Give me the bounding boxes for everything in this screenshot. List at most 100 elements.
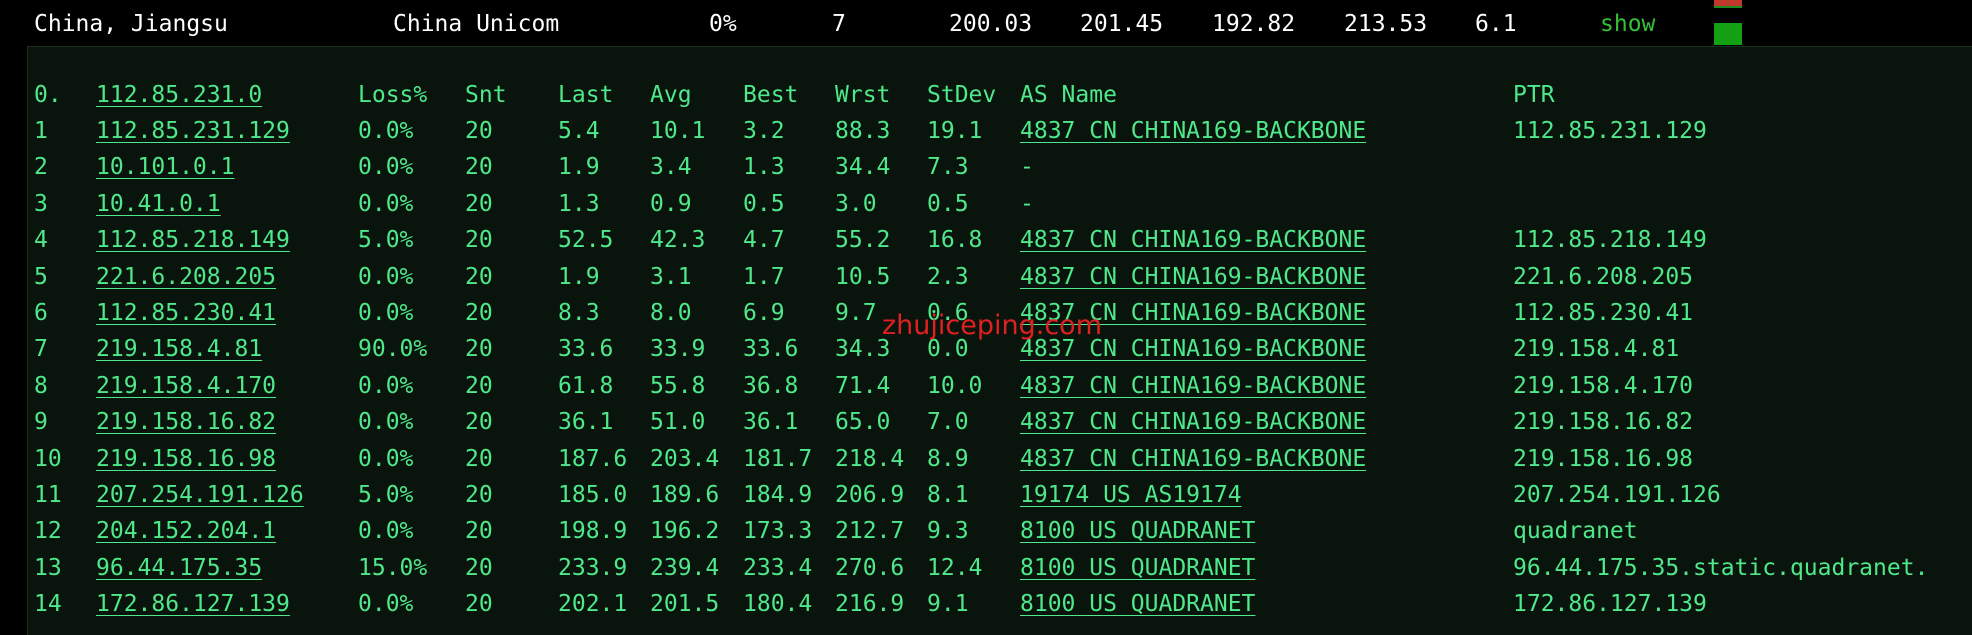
stdev-value: 19.1 <box>927 118 983 144</box>
last-value: 198.9 <box>558 518 628 545</box>
as-name-link[interactable]: 8100 US QUADRANET <box>1020 590 1255 618</box>
snt-value: 20 <box>465 372 493 399</box>
last-value: 61.8 <box>558 372 614 399</box>
host-link[interactable]: 10.41.0.1 <box>96 190 221 218</box>
last-value: 202.1 <box>558 591 628 618</box>
table-row: 13 96.44.175.35 15.0% 20 233.9 239.4 233.4 270.… <box>28 550 1972 586</box>
last-value: 36.1 <box>558 409 614 436</box>
table-row: 10 219.158.16.98 0.0% 20 187.6 203.4 181.7 218.… <box>28 441 1972 477</box>
table-header: 0. 112.85.231.0 Loss% Snt Last Avg Best … <box>28 77 1972 113</box>
host-link[interactable]: 207.254.191.126 <box>96 481 304 509</box>
as-name-link[interactable]: 8100 US QUADRANET <box>1020 517 1255 545</box>
last-value: 185.0 <box>558 482 628 508</box>
stdev-value: 12.4 <box>927 554 983 581</box>
avg-value: 203.4 <box>650 445 720 472</box>
snt-value: 20 <box>465 445 493 472</box>
avg-value: 239.4 <box>650 554 720 581</box>
ptr-value: 112.85.230.41 <box>1513 300 1694 326</box>
header-ptr: PTR <box>1513 82 1555 108</box>
avg-value: 10.1 <box>650 118 706 144</box>
ptr-value: 219.158.16.82 <box>1513 409 1694 436</box>
summary-row: China, Jiangsu China Unicom 0% 7 200.03 … <box>0 0 1972 46</box>
best-value: 1.3 <box>743 154 785 181</box>
wrst-value: 212.7 <box>835 518 905 545</box>
host-link[interactable]: 221.6.208.205 <box>96 263 276 291</box>
wrst-value: 3.0 <box>835 190 877 217</box>
best-value: 0.5 <box>743 190 785 217</box>
best-value: 180.4 <box>743 591 813 618</box>
best-value: 36.1 <box>743 409 799 436</box>
best-value: 184.9 <box>743 482 813 508</box>
header-stdev: StDev <box>927 82 997 108</box>
table-row: 9 219.158.16.82 0.0% 20 36.1 51.0 36.1 65.0 7.0 4… <box>28 404 1972 440</box>
as-name-link[interactable]: 4837 CN CHINA169-BACKBONE <box>1020 408 1366 436</box>
host-link[interactable]: 219.158.16.98 <box>96 445 276 473</box>
host-link[interactable]: 112.85.231.129 <box>96 117 290 145</box>
hop-number: 8 <box>34 372 48 399</box>
avg-value: 55.8 <box>650 372 706 399</box>
worst-cell: 213.53 <box>1344 11 1428 37</box>
stdev-value: 9.3 <box>927 518 969 545</box>
as-name-link[interactable]: 8100 US QUADRANET <box>1020 554 1255 582</box>
loss-value: 0.0% <box>358 263 414 290</box>
stdev-value: 7.3 <box>927 154 969 181</box>
host-link[interactable]: 204.152.204.1 <box>96 517 276 545</box>
loss-value: 15.0% <box>358 554 428 581</box>
ptr-value: 172.86.127.139 <box>1513 591 1707 618</box>
snt-value: 20 <box>465 336 493 363</box>
stdev-value: 10.0 <box>927 372 983 399</box>
host-link[interactable]: 112.85.230.41 <box>96 299 276 327</box>
as-name-link[interactable]: 4837 CN CHINA169-BACKBONE <box>1020 372 1366 400</box>
host-link[interactable]: 219.158.16.82 <box>96 408 276 436</box>
host-link[interactable]: 219.158.4.81 <box>96 335 262 363</box>
location-cell: China, Jiangsu <box>34 11 228 37</box>
host-link[interactable]: 219.158.4.170 <box>96 372 276 400</box>
mtr-result-panel: 0. 112.85.231.0 Loss% Snt Last Avg Best … <box>27 46 1972 635</box>
as-name-link[interactable]: 4837 CN CHINA169-BACKBONE <box>1020 445 1366 473</box>
as-name-link[interactable]: 4837 CN CHINA169-BACKBONE <box>1020 335 1366 363</box>
avg-value: 8.0 <box>650 300 692 326</box>
wrst-value: 206.9 <box>835 482 905 508</box>
snt-value: 20 <box>465 591 493 618</box>
host-link[interactable]: 10.101.0.1 <box>96 153 234 181</box>
loss-value: 0.0% <box>358 190 414 217</box>
hop-number: 2 <box>34 154 48 181</box>
last-value: 1.9 <box>558 263 600 290</box>
as-name-link[interactable]: 19174 US AS19174 <box>1020 481 1242 509</box>
snt-value: 20 <box>465 190 493 217</box>
header-host-link[interactable]: 112.85.231.0 <box>96 81 262 109</box>
last-value: 233.9 <box>558 554 628 581</box>
ptr-value: 219.158.4.170 <box>1513 372 1694 399</box>
snt-value: 20 <box>465 263 493 290</box>
as-name-link[interactable]: 4837 CN CHINA169-BACKBONE <box>1020 263 1366 291</box>
as-name-link[interactable]: 4837 CN CHINA169-BACKBONE <box>1020 226 1366 254</box>
last-value: 33.6 <box>558 336 614 363</box>
stdev-value: 7.0 <box>927 409 969 436</box>
as-name-link[interactable]: 4837 CN CHINA169-BACKBONE <box>1020 299 1366 327</box>
snt-value: 20 <box>465 554 493 581</box>
as-name-link[interactable]: 4837 CN CHINA169-BACKBONE <box>1020 117 1366 145</box>
header-hop: 0. <box>34 82 62 108</box>
show-link[interactable]: show <box>1600 10 1655 38</box>
snt-value: 20 <box>465 409 493 436</box>
best-value: 1.7 <box>743 263 785 290</box>
stdev-value: 2.3 <box>927 263 969 290</box>
best-value: 233.4 <box>743 554 813 581</box>
wrst-value: 34.3 <box>835 336 891 363</box>
host-link[interactable]: 96.44.175.35 <box>96 554 262 582</box>
loss-value: 0.0% <box>358 118 414 144</box>
hop-number: 6 <box>34 300 48 326</box>
loss-cell: 0% <box>709 11 737 37</box>
last-value: 5.4 <box>558 118 600 144</box>
last-value: 187.6 <box>558 445 628 472</box>
loss-value: 0.0% <box>358 591 414 618</box>
header-loss: Loss% <box>358 82 428 108</box>
wrst-value: 270.6 <box>835 554 905 581</box>
host-link[interactable]: 112.85.218.149 <box>96 226 290 254</box>
table-row: 7 219.158.4.81 90.0% 20 33.6 33.9 33.6 34.3 0.0 4… <box>28 331 1972 367</box>
hop-number: 1 <box>34 118 48 144</box>
wrst-value: 218.4 <box>835 445 905 472</box>
header-best: Best <box>743 82 799 108</box>
host-link[interactable]: 172.86.127.139 <box>96 590 290 618</box>
hop-number: 3 <box>34 190 48 217</box>
